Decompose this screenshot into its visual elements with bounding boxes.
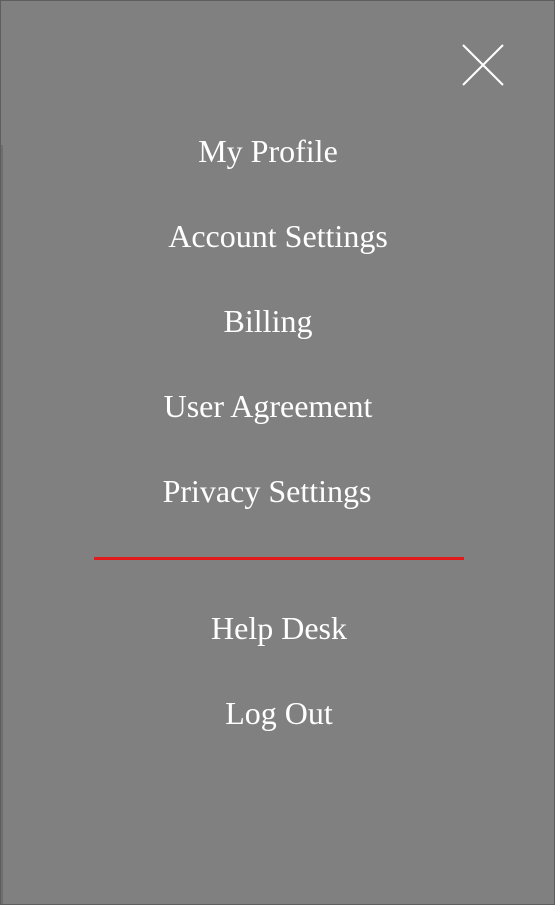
menu-item-privacy-settings[interactable]: Privacy Settings <box>163 475 372 507</box>
menu-item-user-agreement[interactable]: User Agreement <box>164 390 373 422</box>
menu-item-log-out[interactable]: Log Out <box>225 697 333 729</box>
close-button[interactable] <box>459 41 507 89</box>
close-icon <box>462 44 504 86</box>
panel-edge <box>1 145 3 904</box>
menu-item-account-settings[interactable]: Account Settings <box>168 220 388 252</box>
side-menu-panel: My Profile Account Settings Billing User… <box>0 0 555 905</box>
menu-divider <box>94 557 464 560</box>
menu-item-my-profile[interactable]: My Profile <box>198 135 338 167</box>
menu-item-billing[interactable]: Billing <box>224 305 313 337</box>
menu-item-help-desk[interactable]: Help Desk <box>211 612 347 644</box>
